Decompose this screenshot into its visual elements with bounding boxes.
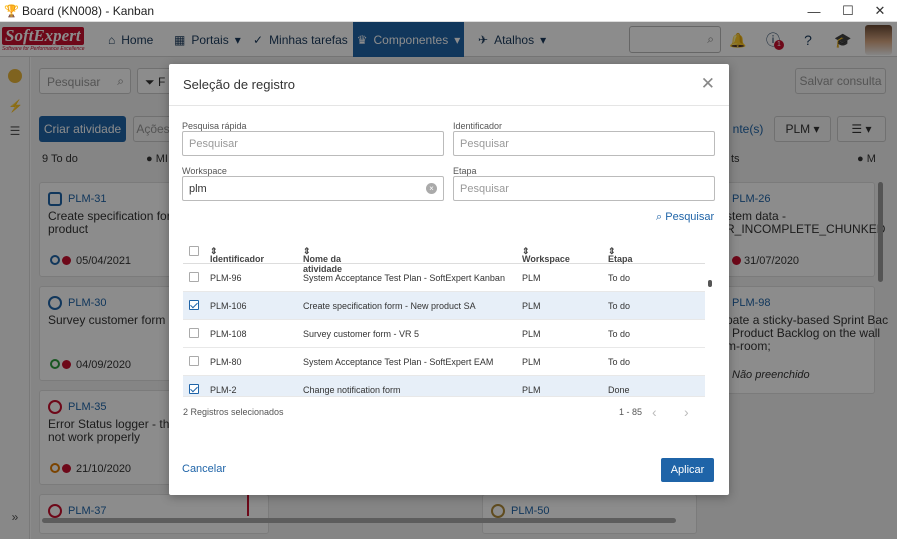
pagination-info: 1 - 85 <box>619 407 643 417</box>
header-stage[interactable]: Etapa ⇕ <box>608 246 633 264</box>
record-selection-dialog: Seleção de registro ✕ Pesquisa rápida Pe… <box>169 64 729 495</box>
search-button[interactable]: ⌕ Pesquisar <box>656 211 714 224</box>
table-row[interactable]: PLM-106 Create specification form - New … <box>183 292 705 320</box>
select-all-checkbox[interactable] <box>189 246 199 256</box>
window-title: Board (KN008) - Kanban <box>22 3 155 18</box>
close-button[interactable]: ✕ <box>863 0 897 22</box>
table-row[interactable]: PLM-96 System Acceptance Test Plan - Sof… <box>183 264 705 292</box>
row-checkbox[interactable] <box>189 356 199 366</box>
maximize-button[interactable]: ☐ <box>831 0 865 22</box>
modal-backdrop-nav <box>0 22 897 57</box>
window-titlebar: 🏆 Board (KN008) - Kanban <box>0 0 897 22</box>
chevron-left-icon[interactable]: ‹ <box>652 404 657 420</box>
dialog-header: Seleção de registro ✕ <box>169 64 729 106</box>
chevron-right-icon[interactable]: › <box>684 404 689 420</box>
table-scrollbar[interactable] <box>708 280 712 287</box>
row-checkbox[interactable] <box>189 328 199 338</box>
apply-button[interactable]: Aplicar <box>661 458 714 482</box>
workspace-input[interactable]: plm × <box>182 176 444 201</box>
table-row[interactable]: PLM-2 Change notification form PLM Done <box>183 376 705 397</box>
search-icon: ⌕ <box>656 211 663 223</box>
identifier-input[interactable]: Pesquisar <box>453 131 715 156</box>
table-header: Identificador ⇕ Nome da atividade ⇕ Work… <box>183 238 705 274</box>
selected-count: 2 Registros selecionados <box>183 407 284 417</box>
clear-icon[interactable]: × <box>426 183 437 194</box>
header-workspace[interactable]: Workspace ⇕ <box>522 246 570 264</box>
close-icon[interactable]: ✕ <box>701 74 715 94</box>
table-row[interactable]: PLM-80 System Acceptance Test Plan - Sof… <box>183 348 705 376</box>
row-checkbox[interactable] <box>189 384 199 394</box>
trophy-icon: 🏆 <box>4 3 19 18</box>
minimize-button[interactable]: — <box>797 0 831 22</box>
header-activity-name[interactable]: Nome da atividade ⇕ <box>303 246 342 274</box>
quick-search-input[interactable]: Pesquisar <box>182 131 444 156</box>
stage-input[interactable]: Pesquisar <box>453 176 715 201</box>
header-identifier[interactable]: Identificador ⇕ <box>210 246 264 264</box>
dialog-title: Seleção de registro <box>183 77 296 92</box>
row-checkbox[interactable] <box>189 272 199 282</box>
table-row[interactable]: PLM-108 Survey customer form - VR 5 PLM … <box>183 320 705 348</box>
row-checkbox[interactable] <box>189 300 199 310</box>
cancel-button[interactable]: Cancelar <box>182 463 226 475</box>
